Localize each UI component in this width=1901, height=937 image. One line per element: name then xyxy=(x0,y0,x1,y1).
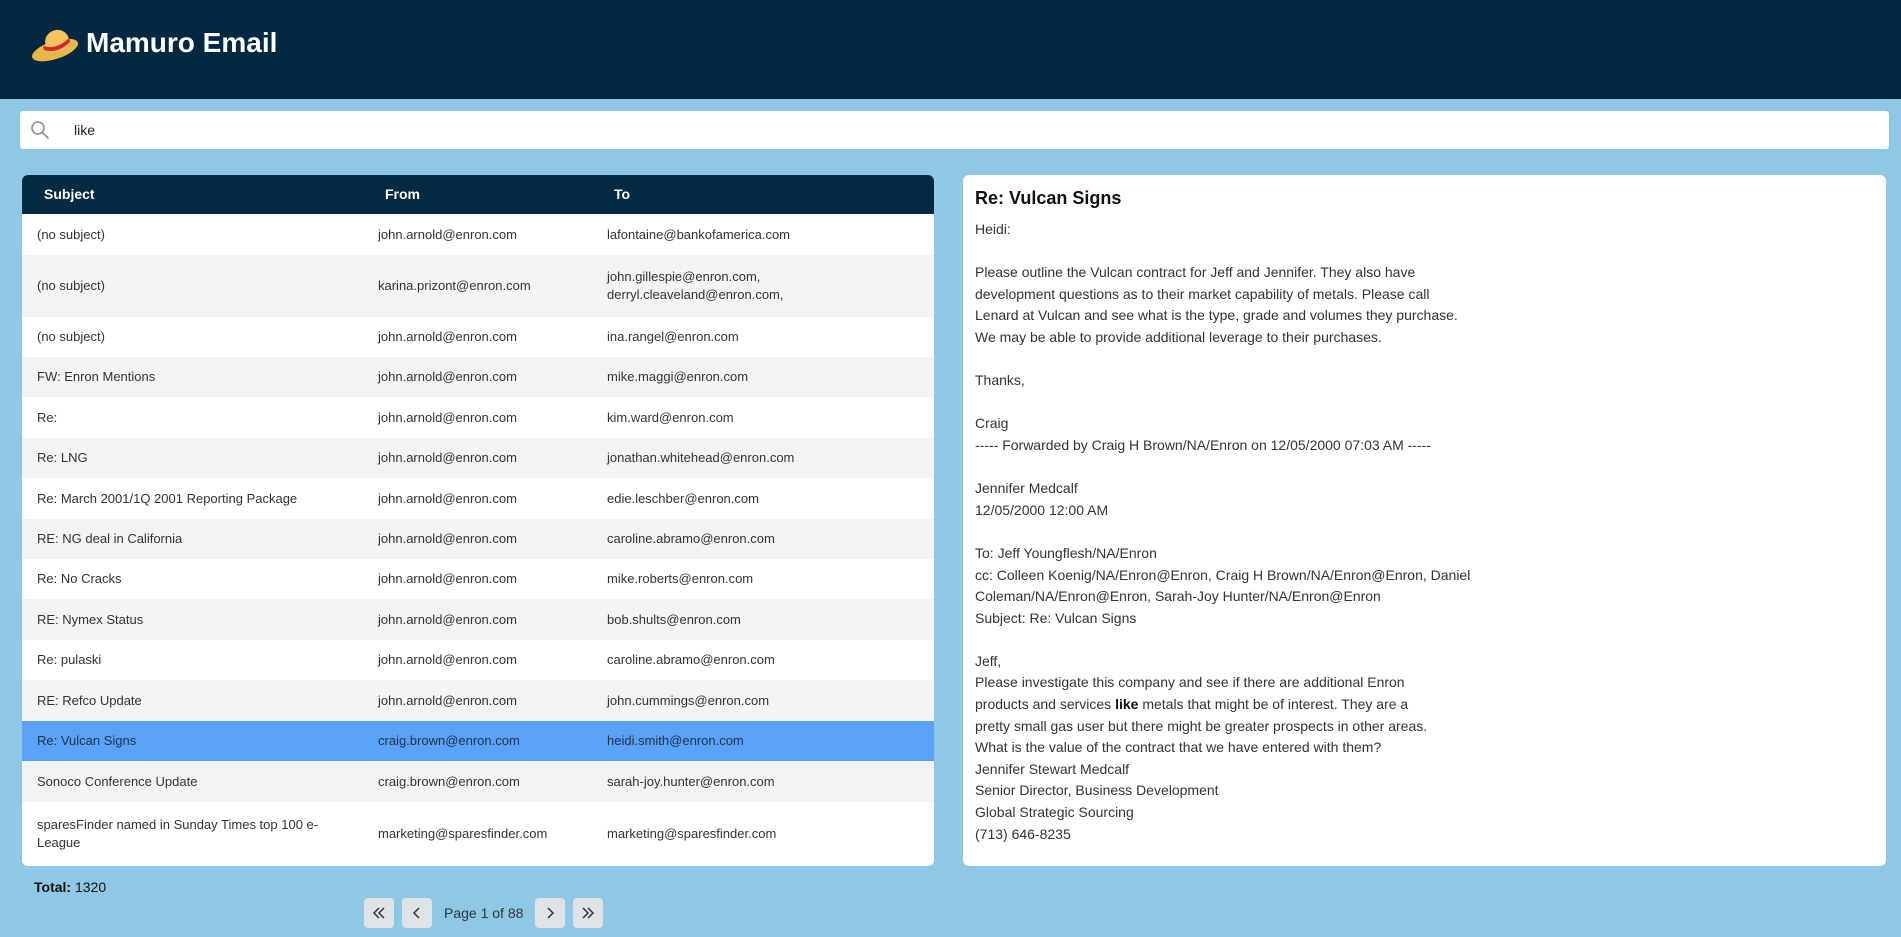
cell-to: kim.ward@enron.com xyxy=(607,409,734,425)
pagination: Page 1 of 88 xyxy=(364,898,604,928)
total-label: Total: xyxy=(34,879,72,895)
cell-subject: Re: No Cracks xyxy=(37,571,122,586)
cell-to: ina.rangel@enron.com xyxy=(607,329,739,344)
cell-to: mike.maggi@enron.com xyxy=(607,369,749,384)
email-detail-panel: Re: Vulcan Signs Heidi: Please outline t… xyxy=(963,175,1886,866)
cell-to: jonathan.whitehead@enron.com xyxy=(607,450,795,465)
cell-subject: FW: Enron Mentions xyxy=(37,369,156,384)
total-count: Total: 1320 xyxy=(34,879,106,895)
cell-subject: (no subject) xyxy=(37,329,105,344)
chevron-right-icon xyxy=(547,907,555,919)
cell-to: heidi.smith@enron.com xyxy=(607,733,744,748)
chevron-left-icon xyxy=(412,907,420,919)
email-body: Heidi: Please outline the Vulcan contrac… xyxy=(975,219,1874,845)
cell-from: john.arnold@enron.com xyxy=(378,692,517,708)
total-value: 1320 xyxy=(74,879,107,895)
cell-to: john.gillespie@enron.com, derryl.cleavel… xyxy=(607,269,784,302)
table-row[interactable]: (no subject) john.arnold@enron.com lafonta… xyxy=(22,214,934,255)
app-header: Mamuro Email xyxy=(0,0,1901,99)
table-row[interactable]: Re: john.arnold@enron.com kim.ward@enron.c… xyxy=(22,397,934,438)
cell-from: craig.brown@enron.com xyxy=(378,733,520,748)
email-table: Subject From To (no subject) john.arnold@… xyxy=(22,175,934,866)
cell-from: john.arnold@enron.com xyxy=(378,329,517,344)
double-chevron-left-icon xyxy=(372,907,385,919)
cell-from: craig.brown@enron.com xyxy=(378,773,520,789)
table-header: Subject From To xyxy=(22,175,934,214)
cell-to: caroline.abramo@enron.com xyxy=(607,652,775,667)
next-page-button[interactable] xyxy=(535,898,566,928)
table-body: (no subject) john.arnold@enron.com lafonta… xyxy=(22,214,934,865)
table-row[interactable]: RE: Nymex Status john.arnold@enron.com bob… xyxy=(22,599,934,640)
double-chevron-right-icon xyxy=(582,907,595,919)
cell-from: john.arnold@enron.com xyxy=(378,450,517,465)
cell-to: john.cummings@enron.com xyxy=(607,692,770,708)
column-header-subject[interactable]: Subject xyxy=(44,186,95,202)
cell-subject: RE: Nymex Status xyxy=(37,611,144,627)
cell-from: john.arnold@enron.com xyxy=(378,531,517,546)
table-row[interactable]: Re: No Cracks john.arnold@enron.com mike.r… xyxy=(22,559,934,599)
cell-from: john.arnold@enron.com xyxy=(378,490,517,506)
search-input[interactable] xyxy=(74,111,1874,149)
cell-subject: Sonoco Conference Update xyxy=(37,773,198,789)
cell-subject: Re: xyxy=(37,409,58,425)
table-row[interactable]: RE: Refco Update john.arnold@enron.com joh… xyxy=(22,680,934,721)
column-header-to[interactable]: To xyxy=(614,186,630,202)
table-row[interactable]: Re: pulaski john.arnold@enron.com caroline… xyxy=(22,640,934,680)
cell-from: john.arnold@enron.com xyxy=(378,611,517,627)
cell-to: lafontaine@bankofamerica.com xyxy=(607,226,791,242)
cell-subject: Re: March 2001/1Q 2001 Reporting Package xyxy=(37,490,298,506)
cell-subject: Re: pulaski xyxy=(37,652,102,667)
table-row[interactable]: Re: Vulcan Signs craig.brown@enron.com hei… xyxy=(22,721,934,761)
search-bar xyxy=(20,111,1889,149)
email-body-text: Heidi: Please outline the Vulcan contrac… xyxy=(975,221,1471,713)
cell-from: john.arnold@enron.com xyxy=(378,652,517,667)
column-header-from[interactable]: From xyxy=(385,186,420,202)
table-row[interactable]: Re: LNG john.arnold@enron.com jonathan.whi… xyxy=(22,438,934,478)
first-page-button[interactable] xyxy=(364,898,394,928)
cell-subject: RE: Refco Update xyxy=(37,692,142,708)
cell-to: caroline.abramo@enron.com xyxy=(607,531,775,546)
search-highlight: like xyxy=(1115,696,1139,713)
table-row[interactable]: FW: Enron Mentions john.arnold@enron.com m… xyxy=(22,357,934,397)
email-subject: Re: Vulcan Signs xyxy=(975,188,1122,208)
table-row[interactable]: sparesFinder named in Sunday Times top 1… xyxy=(22,802,934,865)
cell-from: john.arnold@enron.com xyxy=(378,571,517,586)
cell-to: edie.leschber@enron.com xyxy=(607,490,759,506)
search-icon xyxy=(31,121,49,139)
email-body-text: metals that might be of interest. They a… xyxy=(975,696,1428,842)
cell-subject: (no subject) xyxy=(37,278,105,293)
cell-to: bob.shults@enron.com xyxy=(607,611,741,627)
cell-subject: sparesFinder named in Sunday Times top 1… xyxy=(37,816,319,850)
app-title: Mamuro Email xyxy=(86,27,278,58)
cell-to: marketing@sparesfinder.com xyxy=(607,825,777,841)
cell-from: john.arnold@enron.com xyxy=(378,369,517,384)
table-row[interactable]: Sonoco Conference Update craig.brown@enro… xyxy=(22,761,934,802)
page-indicator: Page 1 of 88 xyxy=(444,905,524,921)
cell-from: john.arnold@enron.com xyxy=(378,409,517,425)
cell-from: marketing@sparesfinder.com xyxy=(378,825,548,841)
cell-subject: Re: Vulcan Signs xyxy=(37,733,137,748)
cell-to: mike.roberts@enron.com xyxy=(607,571,754,586)
straw-hat-logo-icon xyxy=(32,29,78,62)
cell-subject: Re: LNG xyxy=(37,450,88,465)
cell-from: john.arnold@enron.com xyxy=(378,226,517,242)
previous-page-button[interactable] xyxy=(402,898,432,928)
table-row[interactable]: Re: March 2001/1Q 2001 Reporting Package… xyxy=(22,478,934,519)
cell-to: sarah-joy.hunter@enron.com xyxy=(607,773,775,789)
table-row[interactable]: (no subject) karina.prizont@enron.com john… xyxy=(22,255,934,317)
table-row[interactable]: (no subject) john.arnold@enron.com ina.ran… xyxy=(22,317,934,357)
last-page-button[interactable] xyxy=(573,898,604,928)
cell-from: karina.prizont@enron.com xyxy=(378,278,531,293)
cell-subject: RE: NG deal in California xyxy=(37,531,183,546)
table-row[interactable]: RE: NG deal in California john.arnold@enr… xyxy=(22,519,934,559)
cell-subject: (no subject) xyxy=(37,226,105,242)
